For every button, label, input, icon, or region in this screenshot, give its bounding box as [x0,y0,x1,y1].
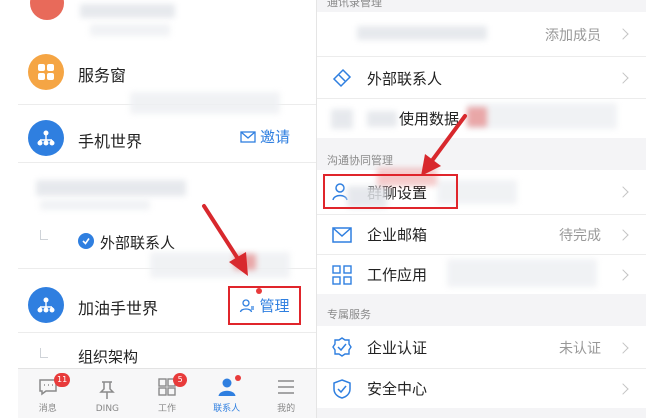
manage-button[interactable]: 管理 [228,286,301,325]
add-member-label: 添加成员 [545,28,601,44]
chevron-right-icon [617,269,629,281]
notification-dot [256,288,262,294]
external-contacts-label: 外部联系人 [100,234,176,252]
org-tree-icon [28,287,64,323]
divider [18,162,316,163]
chevron-right-icon [617,383,629,395]
external-contacts-row[interactable]: 外部联系人 [317,56,646,98]
bottom-tab-bar: 消息 11 DING 工作 5 联系人 我的 [18,368,316,418]
tab-messages[interactable]: 消息 11 [18,369,78,418]
tab-label: 消息 [38,404,57,414]
blurred-text [357,26,487,40]
blurred-text [367,111,397,127]
work-apps-row[interactable]: 工作应用 [317,254,646,294]
contacts-icon [218,378,236,396]
chevron-right-icon [617,186,629,198]
tab-contacts[interactable]: 联系人 [197,369,257,418]
add-member-row[interactable]: 添加成员 [317,12,646,56]
pin-icon [99,381,116,399]
service-window-row[interactable]: 服务窗 [0,52,316,92]
blurred-red-mark [234,254,256,270]
external-contacts-row[interactable]: 外部联系人 [0,228,316,254]
mail-icon [240,130,256,143]
admin-settings-panel: 通讯录管理 添加成员 外部联系人 使用数据 沟通协同管理 群聊设置 企业邮箱 待… [316,0,646,418]
invite-label: 邀请 [260,128,291,146]
admin-user-icon [240,298,255,312]
blurred-text [90,24,170,36]
tab-label: 联系人 [213,404,241,414]
divider [18,332,316,333]
verified-badge-icon [332,337,352,357]
unread-badge: 11 [54,373,71,387]
blurred-text [40,200,150,210]
tab-work[interactable]: 工作 5 [137,369,197,418]
external-contacts-label: 外部联系人 [367,70,443,88]
usage-data-row[interactable]: 使用数据 [317,98,646,138]
jiayou-world-label: 加油手世界 [78,299,159,318]
enterprise-mail-row[interactable]: 企业邮箱 待完成 [317,214,646,254]
chevron-right-icon [617,229,629,241]
chevron-right-icon [617,342,629,354]
unread-badge: 5 [173,373,188,387]
invite-button[interactable]: 邀请 [240,126,290,147]
tab-label: 我的 [277,404,296,414]
blurred-area [130,92,280,114]
phone-world-label: 手机世界 [78,132,143,151]
notification-dot [234,375,241,381]
section-header-collab: 沟通协同管理 [327,154,393,167]
enterprise-cert-row[interactable]: 企业认证 未认证 [317,326,646,368]
contacts-panel: 服务窗 手机世界 邀请 外部联系人 加油手世界 管理 组织架构 消息 11 DI… [0,0,316,418]
grid-icon [332,265,352,285]
tab-label: DING [95,404,120,414]
blurred-icon [331,109,353,129]
security-center-row[interactable]: 安全中心 [317,368,646,408]
enterprise-mail-label: 企业邮箱 [367,226,428,244]
shield-icon [333,379,351,399]
security-center-label: 安全中心 [367,380,428,398]
usage-data-label: 使用数据 [399,110,460,128]
section-header-contacts: 通讯录管理 [327,0,382,9]
manage-label: 管理 [259,297,290,315]
org-tree-icon [28,120,64,156]
group-settings-highlight [323,174,458,209]
org-structure-row[interactable]: 组织架构 [0,344,316,370]
tag-icon [332,68,352,88]
mail-icon [332,227,352,243]
blurred-area [467,103,617,129]
blurred-text [80,4,175,18]
menu-icon [278,380,295,394]
org-structure-label: 组织架构 [78,348,139,366]
tab-ding[interactable]: DING [78,369,138,418]
tab-label: 工作 [157,404,176,414]
enterprise-cert-status: 未认证 [559,341,601,357]
service-window-icon [28,54,64,90]
enterprise-cert-label: 企业认证 [367,339,428,357]
blurred-area [447,259,597,287]
blurred-area [150,252,290,278]
enterprise-mail-status: 待完成 [559,228,601,244]
blurred-text [36,180,186,196]
external-contacts-icon [78,233,94,249]
top-avatar[interactable] [30,0,64,20]
section-header-exclusive: 专属服务 [327,308,371,321]
chevron-right-icon [617,72,629,84]
chevron-right-icon [617,28,629,40]
work-apps-label: 工作应用 [367,266,428,284]
service-window-label: 服务窗 [78,66,127,85]
tab-mine[interactable]: 我的 [256,369,316,418]
blurred-red-mark [467,107,487,127]
